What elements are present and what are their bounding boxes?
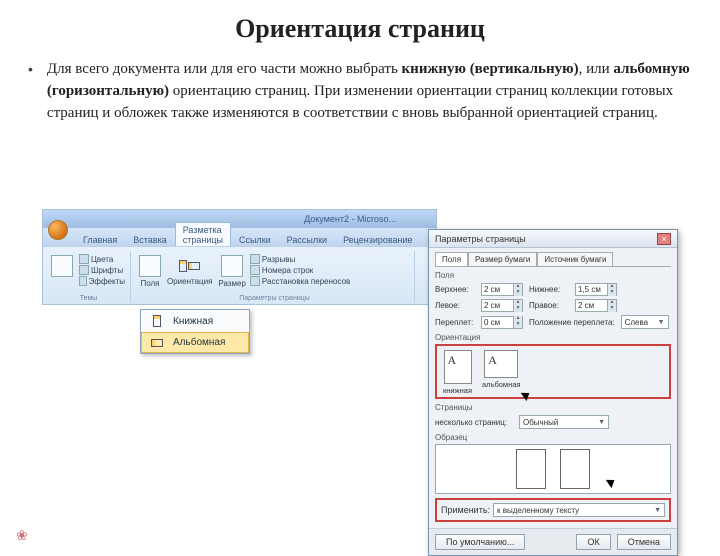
landscape-icon xyxy=(147,339,167,347)
preview-area xyxy=(435,444,671,494)
orientation-group: книжная альбомная xyxy=(435,344,671,399)
label-apply-to: Применить: xyxy=(441,505,489,515)
group-label-pagesetup: Параметры страницы xyxy=(135,295,414,302)
preview-page-icon xyxy=(560,449,590,489)
slide-bullet: • Для всего документа или для его части … xyxy=(28,58,692,124)
combo-multiple-pages[interactable]: Обычный▼ xyxy=(519,415,609,429)
ribbon-group-pagesetup: Поля Ориентация Размер Разрывы Номера ст… xyxy=(135,251,415,302)
size-button[interactable]: Размер xyxy=(216,253,248,290)
bullet-dot: • xyxy=(28,58,33,80)
flower-decoration-icon: ❀ xyxy=(16,527,28,544)
linenumbers-icon xyxy=(250,265,260,275)
ribbon: Цвета Шрифты Эффекты Темы Поля Ориентаци… xyxy=(43,246,436,304)
hyphenation-icon xyxy=(250,276,260,286)
dialog-tab-margins[interactable]: Поля xyxy=(435,252,468,266)
tab-pagelayout[interactable]: Разметка страницы xyxy=(175,222,231,246)
input-left[interactable]: 2 см▲▼ xyxy=(481,299,523,312)
effects-icon xyxy=(79,276,87,286)
para-pre: Для всего документа или для его части мо… xyxy=(47,61,402,77)
tab-mailings[interactable]: Рассылки xyxy=(279,232,335,246)
label-bottom: Нижнее: xyxy=(529,285,569,294)
dialog-close-button[interactable]: × xyxy=(657,233,671,245)
combo-gutter-pos[interactable]: Слева▼ xyxy=(621,315,669,329)
label-right: Правое: xyxy=(529,301,569,310)
dialog-orientation-landscape[interactable]: альбомная xyxy=(482,350,520,395)
orientation-section-label: Ориентация xyxy=(435,333,671,342)
dialog-tab-source[interactable]: Источник бумаги xyxy=(537,252,613,266)
dialog-button-row: По умолчанию... ОК Отмена xyxy=(429,528,677,555)
input-top[interactable]: 2 см▲▼ xyxy=(481,283,523,296)
margins-section-label: Поля xyxy=(435,271,671,280)
input-bottom[interactable]: 1,5 см▲▼ xyxy=(575,283,617,296)
orientation-portrait-item[interactable]: Книжная xyxy=(141,310,249,332)
cancel-button[interactable]: Отмена xyxy=(617,534,671,550)
preview-section-label: Образец xyxy=(435,433,671,442)
margins-button[interactable]: Поля xyxy=(137,253,163,290)
orientation-icon xyxy=(179,255,201,277)
para-mid: , или xyxy=(579,61,614,77)
label-gutter: Переплет: xyxy=(435,318,475,327)
tab-references[interactable]: Ссылки xyxy=(231,232,279,246)
label-multiple-pages: несколько страниц: xyxy=(435,418,513,427)
slide-paragraph: Для всего документа или для его части мо… xyxy=(47,58,692,124)
preview-page-icon xyxy=(516,449,546,489)
portrait-thumb-icon xyxy=(444,350,472,384)
dialog-tabs: Поля Размер бумаги Источник бумаги xyxy=(435,252,671,267)
portrait-icon xyxy=(147,315,167,327)
input-right[interactable]: 2 см▲▼ xyxy=(575,299,617,312)
tab-insert[interactable]: Вставка xyxy=(125,232,174,246)
input-gutter[interactable]: 0 см▲▼ xyxy=(481,316,523,329)
breaks-icon xyxy=(250,254,260,264)
combo-apply-to[interactable]: к выделенному тексту▼ xyxy=(493,503,665,517)
hyphenation-button[interactable]: Расстановка переносов xyxy=(250,276,409,286)
default-button[interactable]: По умолчанию... xyxy=(435,534,525,550)
document-title: Документ2 - Microso... xyxy=(304,214,396,224)
themes-button[interactable] xyxy=(49,253,75,281)
office-button[interactable] xyxy=(48,220,68,240)
portrait-label: Книжная xyxy=(173,316,213,327)
pages-section-label: Страницы xyxy=(435,403,671,412)
orientation-button[interactable]: Ориентация xyxy=(165,253,214,290)
slide-title: Ориентация страниц xyxy=(0,14,720,44)
label-top: Верхнее: xyxy=(435,285,475,294)
word-titlebar: Документ2 - Microso... xyxy=(43,210,436,228)
landscape-thumb-icon xyxy=(484,350,518,378)
colors-button[interactable]: Цвета xyxy=(79,254,125,264)
themes-icon xyxy=(51,255,73,277)
apply-to-row: Применить: к выделенному тексту▼ xyxy=(435,498,671,522)
breaks-button[interactable]: Разрывы xyxy=(250,254,409,264)
word-window: Документ2 - Microso... Главная Вставка Р… xyxy=(42,209,437,305)
effects-button[interactable]: Эффекты xyxy=(79,276,125,286)
size-icon xyxy=(221,255,243,277)
ok-button[interactable]: ОК xyxy=(576,534,610,550)
orientation-landscape-item[interactable]: Альбомная xyxy=(141,332,249,353)
landscape-label: Альбомная xyxy=(173,337,225,348)
label-gutter-pos: Положение переплета: xyxy=(529,318,615,327)
group-label-themes: Темы xyxy=(47,295,130,302)
linenumbers-button[interactable]: Номера строк xyxy=(250,265,409,275)
dialog-orientation-portrait[interactable]: книжная xyxy=(443,350,472,395)
margins-icon xyxy=(139,255,161,277)
dialog-titlebar: Параметры страницы × xyxy=(429,230,677,248)
page-setup-dialog: Параметры страницы × Поля Размер бумаги … xyxy=(428,229,678,556)
dialog-tab-paper[interactable]: Размер бумаги xyxy=(468,252,537,266)
fonts-icon xyxy=(79,265,89,275)
colors-icon xyxy=(79,254,89,264)
ribbon-group-themes: Цвета Шрифты Эффекты Темы xyxy=(47,251,131,302)
ribbon-tabs: Главная Вставка Разметка страницы Ссылки… xyxy=(43,228,436,246)
tab-review[interactable]: Рецензирование xyxy=(335,232,421,246)
para-bold-1: книжную (вертикальную) xyxy=(402,61,579,77)
orientation-dropdown: Книжная Альбомная xyxy=(140,309,250,354)
dialog-title: Параметры страницы xyxy=(435,234,526,244)
fonts-button[interactable]: Шрифты xyxy=(79,265,125,275)
label-left: Левое: xyxy=(435,301,475,310)
tab-home[interactable]: Главная xyxy=(75,232,125,246)
